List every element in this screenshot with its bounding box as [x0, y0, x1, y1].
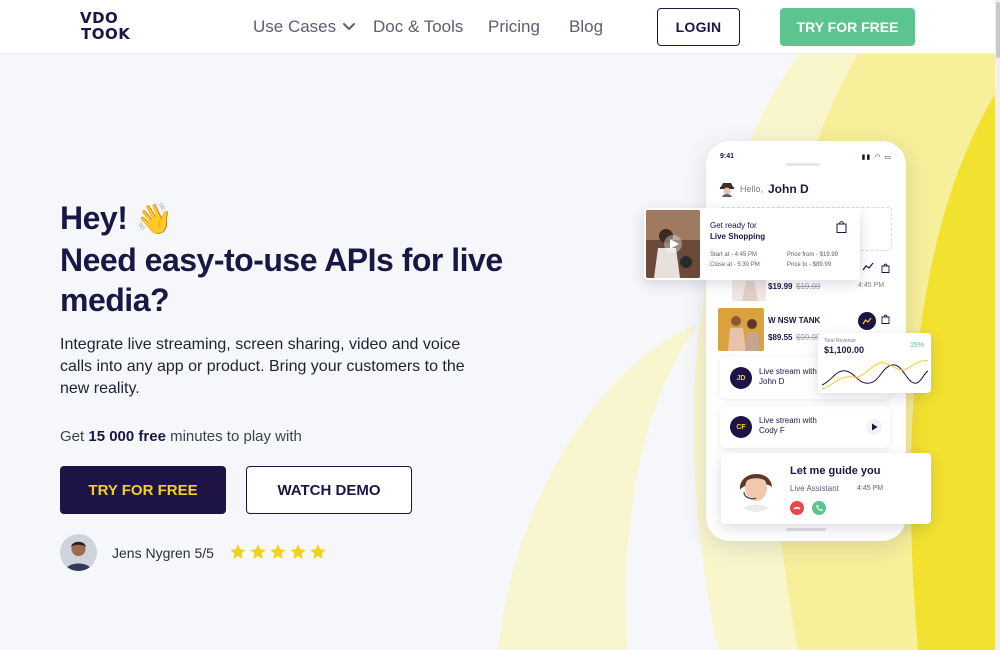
star-icon [270, 544, 286, 559]
phone-user-name: John D [768, 182, 809, 196]
reviewer-name: Jens Nygren 5/5 [112, 545, 214, 561]
scrollbar-thumb[interactable] [996, 2, 1000, 58]
try-for-free-button[interactable]: TRY FOR FREE [60, 466, 226, 514]
shop-close-time: Close at - 5:30 PM [710, 262, 760, 268]
live-stream-host: John D [759, 377, 785, 386]
login-button[interactable]: LOGIN [657, 8, 740, 46]
revenue-card: Total Revenue $1,100.00 15% [818, 333, 931, 393]
shop-start-time: Start at - 4:45 PM [710, 252, 758, 258]
waving-hand-icon: 👋 [135, 203, 173, 236]
watch-demo-button[interactable]: WATCH DEMO [246, 466, 412, 514]
phone-hangup-icon [793, 507, 801, 510]
phone-notch [786, 163, 820, 166]
logo-text-line2: TOOK [81, 25, 131, 43]
chevron-down-icon[interactable] [341, 18, 357, 34]
nav-link-blog[interactable]: Blog [569, 17, 603, 37]
hello-label: Hello, [740, 184, 764, 194]
live-stream-title: Live stream with [759, 367, 817, 376]
free-minutes-amount: 15 000 free [88, 428, 166, 445]
page-scrollbar[interactable] [995, 0, 1000, 650]
try-for-free-nav-button[interactable]: TRY FOR FREE [780, 8, 915, 46]
top-navbar: VDO TOOK Use Cases Doc & Tools Pricing B… [0, 0, 995, 54]
vdotok-logo[interactable]: VDO TOOK [80, 10, 136, 44]
detective-avatar-icon [720, 183, 734, 197]
shopping-bag-icon[interactable] [881, 263, 890, 273]
revenue-value: $1,100.00 [824, 345, 865, 355]
shopping-bag-icon[interactable] [836, 220, 847, 233]
trend-icon [862, 262, 874, 271]
product-thumbnail [718, 308, 764, 351]
nav-link-use-cases[interactable]: Use Cases [253, 17, 336, 37]
product-price: $19.99 [768, 282, 793, 291]
analytics-button[interactable] [858, 312, 876, 330]
revenue-label: Total Revenue [824, 338, 856, 344]
product-price: $89.55 [768, 333, 793, 342]
hero-heading: Hey! 👋 Need easy-to-use APIs for live me… [60, 198, 520, 320]
home-indicator [786, 528, 826, 531]
trend-icon [862, 317, 872, 325]
star-icon [290, 544, 306, 559]
hero-headline: Need easy-to-use APIs for live media? [60, 242, 503, 318]
nav-link-pricing[interactable]: Pricing [488, 17, 540, 37]
play-icon [871, 423, 877, 431]
nav-link-doc-tools[interactable]: Doc & Tools [373, 17, 463, 37]
shop-card-title: Live Shopping [710, 232, 766, 241]
live-stream-item[interactable]: CF Live stream with Cody F [720, 406, 890, 448]
play-button[interactable] [866, 419, 882, 435]
phone-icon [816, 505, 823, 512]
phone-time: 9:41 [720, 153, 735, 160]
assistant-photo [732, 460, 780, 512]
live-stream-host: Cody F [759, 426, 785, 435]
product-time: 4:45 PM [858, 282, 885, 289]
live-assistant-card[interactable]: Let me guide you Live Assistant 4:45 PM [721, 453, 931, 524]
star-icon [230, 544, 246, 559]
shop-price-to: Price to - $89.99 [787, 262, 832, 268]
product-name: W NSW TANK [768, 316, 821, 325]
shop-price-from: Price from - $19.99 [787, 252, 839, 258]
live-stream-title: Live stream with [759, 416, 817, 425]
signal-battery-icon: ▮▮ ◠ ▭ [861, 154, 892, 161]
assistant-time: 4:45 PM [857, 485, 884, 492]
free-minutes-text: Get 15 000 free minutes to play with [60, 428, 302, 445]
accept-call-button[interactable] [812, 501, 826, 515]
product-old-price: $99.99 [796, 333, 821, 342]
product-old-price: $19.99 [796, 282, 821, 291]
user-avatar: CF [730, 416, 752, 438]
assistant-role: Live Assistant [790, 484, 839, 493]
star-icon [310, 544, 326, 559]
assistant-heading: Let me guide you [790, 465, 881, 477]
video-thumbnail[interactable] [646, 210, 700, 278]
shop-card-subtitle: Get ready for [710, 221, 757, 230]
live-shopping-card[interactable]: Get ready for Live Shopping Start at - 4… [644, 208, 860, 280]
revenue-change: 15% [909, 342, 924, 349]
star-icon [250, 544, 266, 559]
reviewer-avatar [60, 534, 97, 571]
shopping-bag-icon[interactable] [881, 314, 890, 324]
decline-call-button[interactable] [790, 501, 804, 515]
user-avatar: JD [730, 367, 752, 389]
rating-stars [229, 543, 327, 561]
hero-greeting: Hey! [60, 200, 128, 236]
hero-subtitle: Integrate live streaming, screen sharing… [60, 336, 465, 397]
revenue-sparkline [822, 360, 928, 390]
